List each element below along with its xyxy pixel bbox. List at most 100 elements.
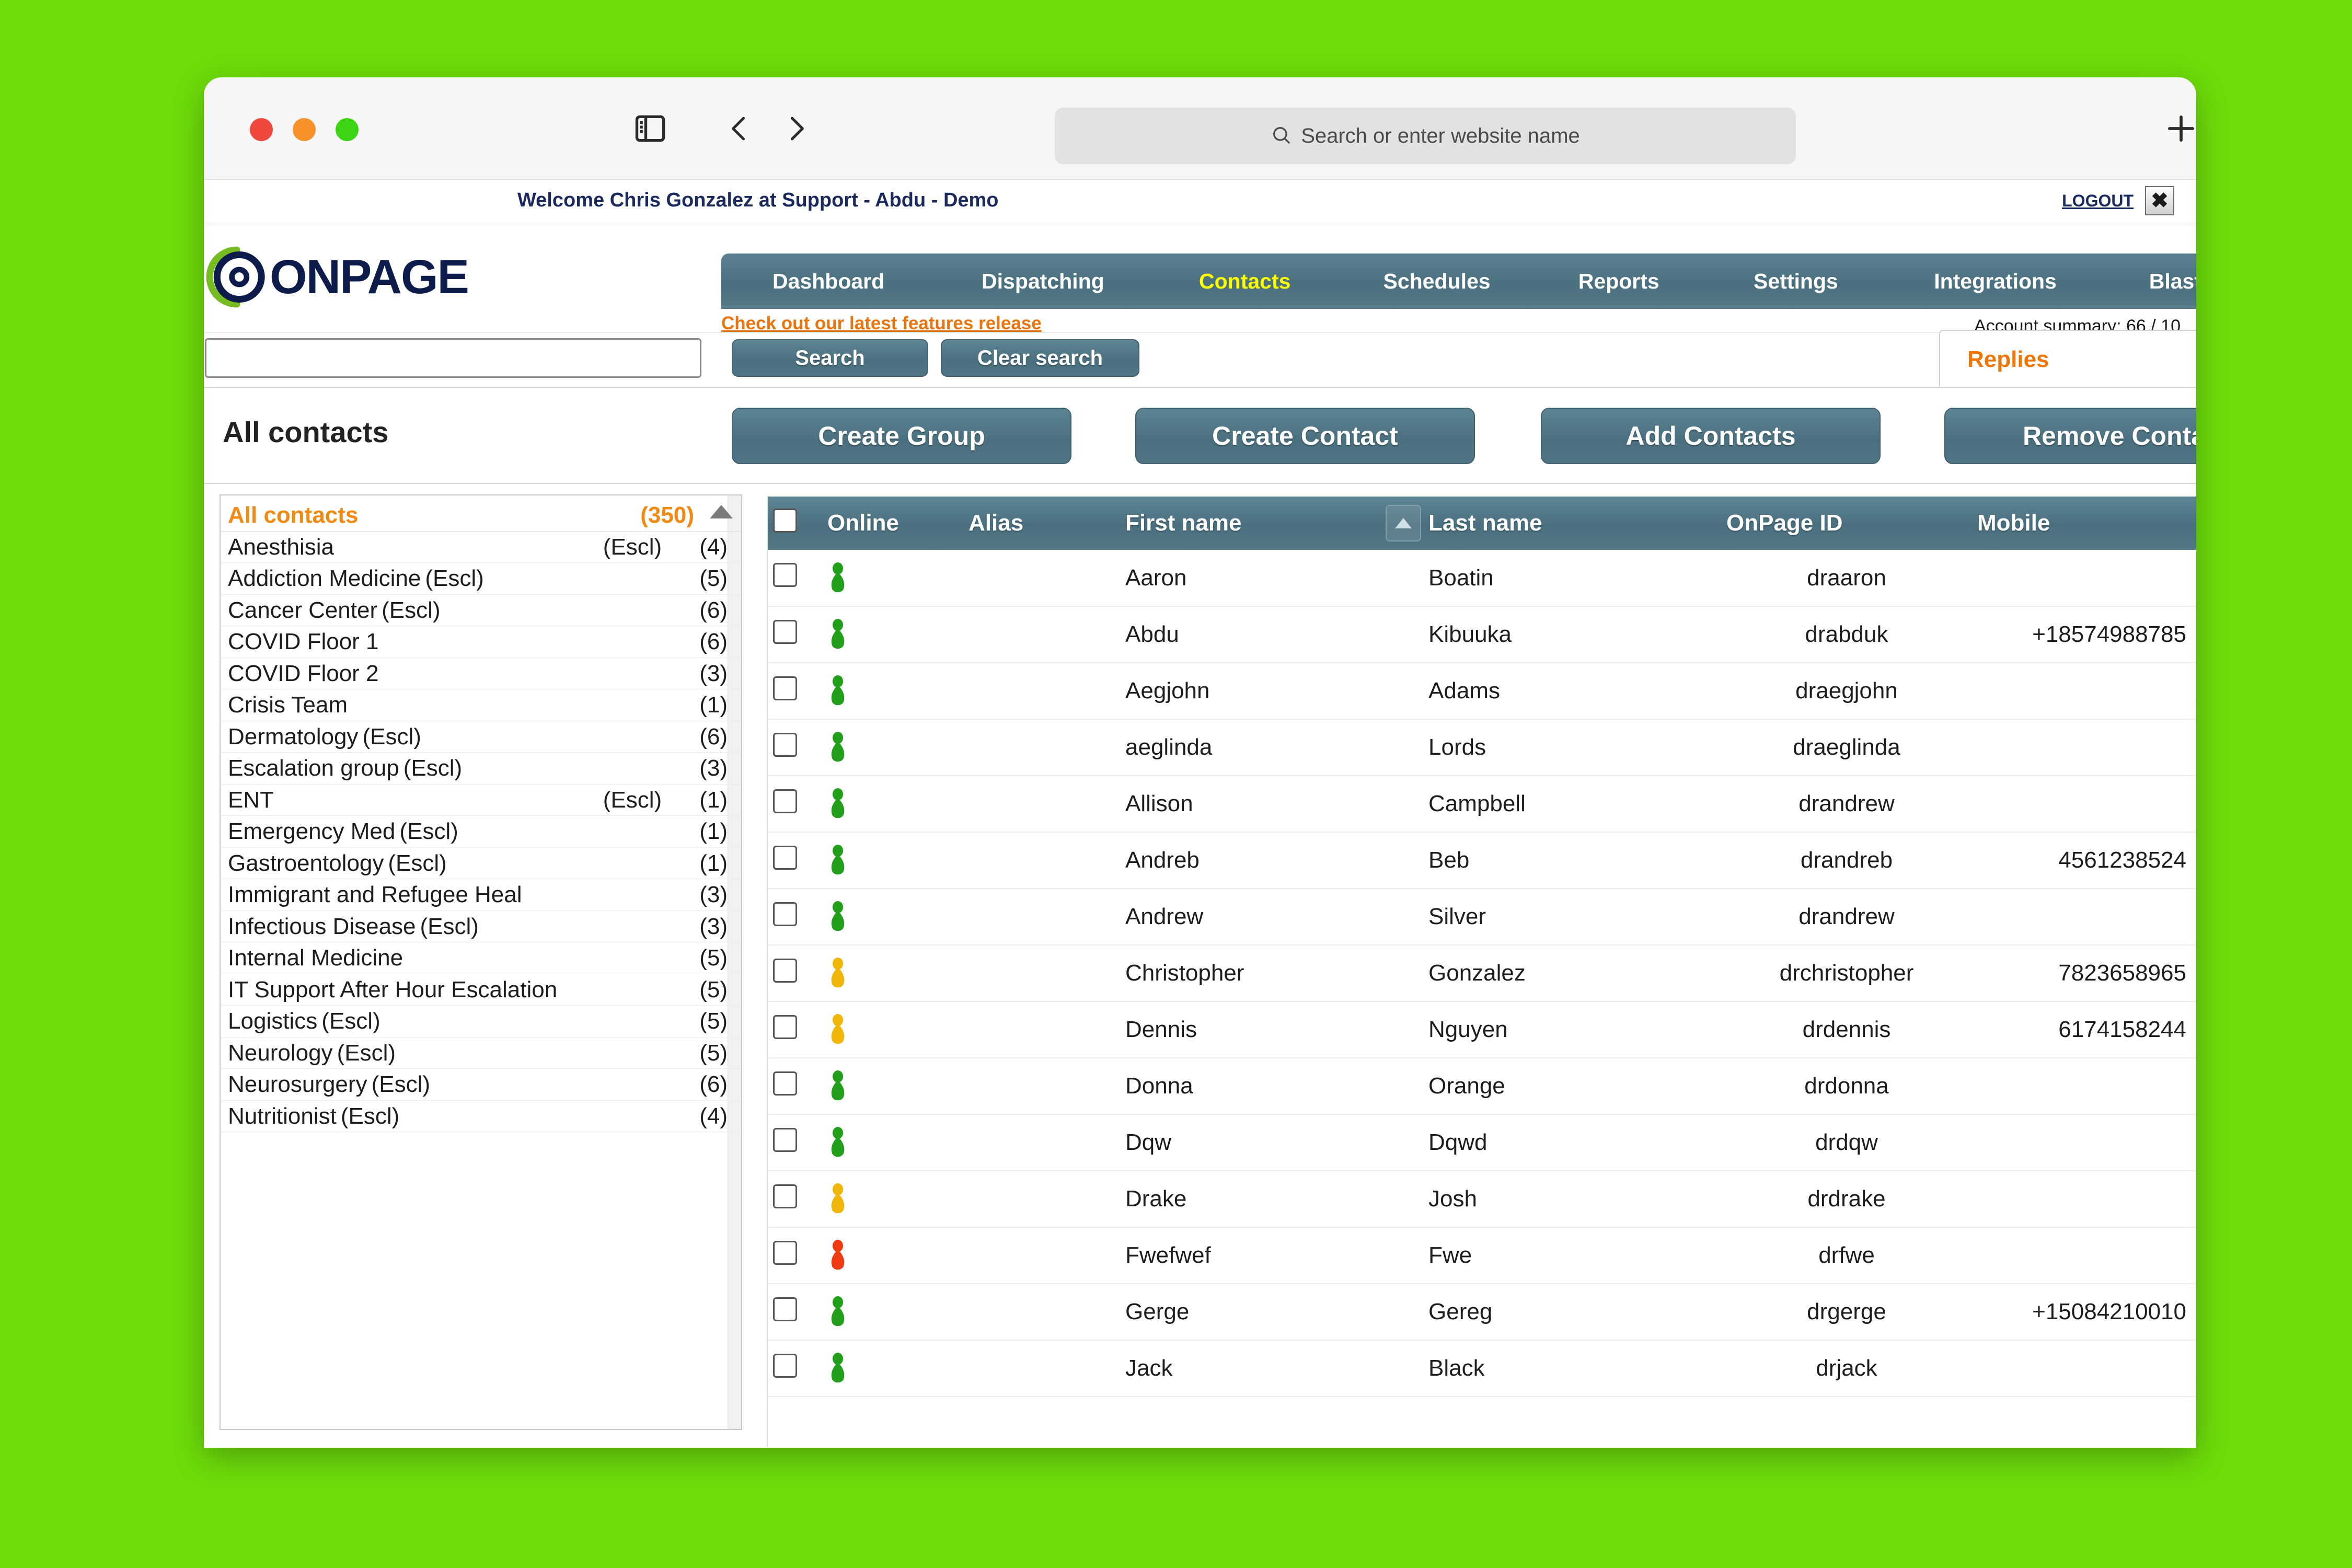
sidebar-item-immigrant-and-refugee-heal[interactable]: Immigrant and Refugee Heal (3) — [221, 879, 741, 911]
sidebar-item-name: Infectious Disease (Escl) — [228, 914, 562, 939]
clear-search-button[interactable]: Clear search — [941, 339, 1139, 377]
sidebar-item-all-contacts[interactable]: All contacts (350) — [221, 495, 741, 532]
row-checkbox[interactable] — [773, 789, 797, 813]
table-row[interactable]: DrakeJoshdrdrake drak — [768, 1171, 2196, 1228]
remove-contacts-button[interactable]: Remove Conta — [1944, 408, 2196, 464]
row-checkbox[interactable] — [773, 958, 797, 983]
chevron-right-icon[interactable] — [779, 111, 814, 149]
sidebar-item-emergency-med[interactable]: Emergency Med (Escl) (1) — [221, 816, 741, 848]
address-bar[interactable]: Search or enter website name — [1055, 108, 1796, 164]
sidebar-item-it-support-after-hour-escalation[interactable]: IT Support After Hour Escalation (5) — [221, 974, 741, 1006]
window-controls — [250, 118, 359, 141]
add-contacts-button[interactable]: Add Contacts — [1541, 408, 1881, 464]
features-release-link[interactable]: Check out our latest features release — [721, 313, 1042, 334]
sidebar-item-neurology[interactable]: Neurology (Escl) (5) — [221, 1037, 741, 1069]
create-contact-button[interactable]: Create Contact — [1135, 408, 1475, 464]
sidebar-item-covid-floor-1[interactable]: COVID Floor 1 (6) — [221, 626, 741, 658]
column-header-first-name[interactable]: First name — [1120, 497, 1423, 550]
nav-item-settings[interactable]: Settings — [1703, 269, 1888, 294]
logout-link[interactable]: LOGOUT — [2062, 191, 2134, 211]
select-all-checkbox[interactable] — [773, 508, 797, 533]
column-header-email[interactable]: Email — [2192, 497, 2196, 550]
table-row[interactable]: DqwDqwddrdqw dwd — [768, 1114, 2196, 1171]
table-row[interactable]: AbduKibuukadrabduk+18574988785abdu — [768, 606, 2196, 663]
minimize-window-button[interactable] — [293, 118, 316, 141]
sort-ascending-icon[interactable] — [1386, 505, 1421, 541]
column-header-alias[interactable]: Alias — [963, 497, 1120, 550]
nav-item-schedules[interactable]: Schedules — [1340, 269, 1534, 294]
plus-icon[interactable] — [2161, 109, 2196, 151]
column-header-onpage-id[interactable]: OnPage ID — [1721, 497, 1972, 550]
table-row[interactable]: aeglindaLordsdraeglinda aegl — [768, 719, 2196, 776]
sidebar-item-neurosurgery[interactable]: Neurosurgery (Escl) (6) — [221, 1069, 741, 1101]
search-button[interactable]: Search — [732, 339, 928, 377]
nav-item-reports[interactable]: Reports — [1534, 269, 1703, 294]
column-header-last-name[interactable]: Last name — [1423, 497, 1721, 550]
sidebar-toggle-icon[interactable] — [632, 111, 668, 149]
sidebar-item-dermatology[interactable]: Dermatology (Escl) (6) — [221, 721, 741, 753]
row-checkbox[interactable] — [773, 1184, 797, 1208]
first-name-cell: Aaron — [1120, 550, 1423, 607]
row-checkbox[interactable] — [773, 1353, 797, 1378]
row-checkbox[interactable] — [773, 1014, 797, 1039]
table-row[interactable]: AndrebBebdrandreb4561238524jiffyp — [768, 832, 2196, 889]
maximize-window-button[interactable] — [336, 118, 359, 141]
table-row[interactable]: AegjohnAdamsdraegjohn john — [768, 663, 2196, 720]
table-row[interactable]: FwefwefFwedrfwe wefe — [768, 1227, 2196, 1284]
sidebar-item-gastroentology[interactable]: Gastroentology (Escl) (1) — [221, 848, 741, 880]
email-cell: jack — [2192, 1340, 2196, 1397]
sidebar-item-cancer-center[interactable]: Cancer Center (Escl) (6) — [221, 595, 741, 627]
row-checkbox[interactable] — [773, 902, 797, 926]
groups-sidebar[interactable]: All contacts (350) Anesthisia (Escl) (4) Addi… — [220, 494, 742, 1430]
table-row[interactable]: GergeGeregdrgerge+15084210010gerg — [768, 1284, 2196, 1341]
sidebar-item-name: Gastroentology (Escl) — [228, 851, 693, 876]
sidebar-item-internal-medicine[interactable]: Internal Medicine (5) — [221, 942, 741, 974]
sidebar-item-logistics[interactable]: Logistics (Escl) (5) — [221, 1006, 741, 1037]
table-row[interactable]: Christopher Gonzalez drchristopher 78236589… — [768, 945, 2196, 1002]
sidebar-item-escalation-group[interactable]: Escalation group (Escl) (3) — [221, 753, 741, 785]
sidebar-item-anesthisia[interactable]: Anesthisia (Escl) (4) — [221, 532, 741, 563]
replies-panel[interactable]: Replies — [1939, 330, 2196, 387]
contact-search-input[interactable] — [205, 338, 701, 378]
alias-cell — [963, 1340, 1120, 1397]
close-icon[interactable]: ✖ — [2145, 186, 2174, 215]
row-checkbox[interactable] — [773, 1071, 797, 1096]
close-window-button[interactable] — [250, 118, 273, 141]
first-name-cell: Dennis — [1120, 1001, 1423, 1058]
table-row[interactable]: DennisNguyendrdennis6174158244nguy — [768, 1001, 2196, 1058]
sidebar-item-covid-floor-2[interactable]: COVID Floor 2 (3) — [221, 658, 741, 690]
sidebar-item-addiction-medicine[interactable]: Addiction Medicine (Escl) (5) — [221, 563, 741, 595]
column-header-mobile[interactable]: Mobile — [1972, 497, 2192, 550]
column-header-online[interactable]: Online — [822, 497, 963, 550]
row-checkbox[interactable] — [773, 1297, 797, 1321]
table-row[interactable]: DonnaOrangedrdonna donn — [768, 1058, 2196, 1115]
onpage-id-cell: drchristopher — [1721, 945, 1972, 1002]
sidebar-item-infectious-disease[interactable]: Infectious Disease (Escl) (3) — [221, 911, 741, 943]
table-row[interactable]: AllisonCampbelldrandrew ali.ta — [768, 776, 2196, 833]
row-checkbox[interactable] — [773, 732, 797, 757]
nav-item-dispatching[interactable]: Dispatching — [936, 269, 1150, 294]
table-row[interactable]: JackBlackdrjack jack — [768, 1340, 2196, 1397]
nav-item-blastit[interactable]: BlastIT — [2103, 269, 2196, 294]
sidebar-item-label: Addiction Medicine — [228, 566, 421, 592]
chevron-left-icon[interactable] — [721, 111, 757, 149]
nav-item-contacts[interactable]: Contacts — [1150, 269, 1340, 294]
row-checkbox[interactable] — [773, 1127, 797, 1152]
row-checkbox[interactable] — [773, 1240, 797, 1265]
row-checkbox[interactable] — [773, 676, 797, 700]
sidebar-item-ent[interactable]: ENT (Escl) (1) — [221, 785, 741, 816]
alias-cell — [963, 663, 1120, 720]
last-name-cell: Nguyen — [1423, 1001, 1721, 1058]
create-group-button[interactable]: Create Group — [732, 408, 1071, 464]
table-row[interactable]: AndrewSilverdrandrew kibu — [768, 889, 2196, 946]
nav-item-dashboard[interactable]: Dashboard — [721, 269, 936, 294]
sidebar-item-crisis-team[interactable]: Crisis Team (1) — [221, 689, 741, 721]
row-checkbox[interactable] — [773, 563, 797, 587]
sidebar-item-nutritionist[interactable]: Nutritionist (Escl) (4) — [221, 1101, 741, 1133]
nav-item-integrations[interactable]: Integrations — [1888, 269, 2102, 294]
row-checkbox[interactable] — [773, 845, 797, 870]
contacts-table: Online Alias First name Last name OnPage… — [768, 497, 2196, 1397]
table-row[interactable]: AaronBoatindraaron aaro — [768, 550, 2196, 607]
row-checkbox[interactable] — [773, 619, 797, 644]
last-name-cell: Fwe — [1423, 1227, 1721, 1284]
